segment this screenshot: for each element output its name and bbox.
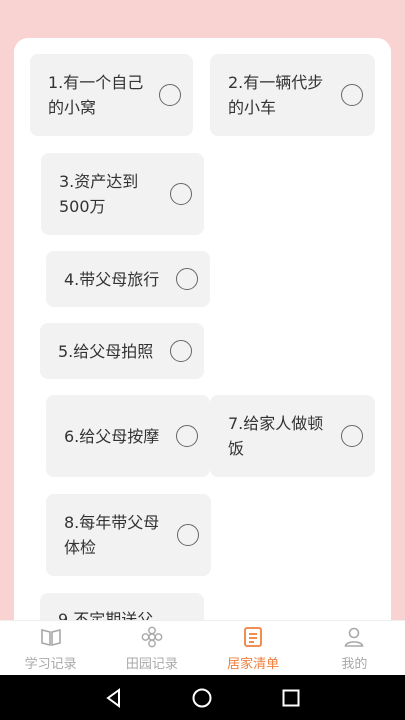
list-item[interactable]: 2.有一辆代步的小车 xyxy=(210,54,375,136)
radio-button[interactable] xyxy=(170,183,192,205)
list-item[interactable]: 1.有一个自己的小窝 xyxy=(30,54,193,136)
flower-icon xyxy=(141,626,163,647)
item-label: 6.给父母按摩 xyxy=(64,426,160,446)
tab-label: 居家清单 xyxy=(227,656,280,672)
radio-button[interactable] xyxy=(159,84,181,106)
tab-study-record[interactable]: 学习记录 xyxy=(0,621,101,675)
recents-icon[interactable] xyxy=(280,687,302,709)
list-icon xyxy=(244,626,263,647)
tab-label: 学习记录 xyxy=(24,656,77,672)
list-item[interactable]: 7.给家人做顿饭 xyxy=(210,395,375,477)
tab-garden-record[interactable]: 田园记录 xyxy=(101,621,202,675)
home-icon[interactable] xyxy=(191,687,213,709)
radio-button[interactable] xyxy=(176,425,198,447)
user-icon xyxy=(344,627,364,647)
item-label: 1.有一个自己的小窝 xyxy=(48,73,144,117)
radio-button[interactable] xyxy=(341,425,363,447)
system-navigation-bar xyxy=(0,675,405,720)
tab-home-list[interactable]: 居家清单 xyxy=(203,621,304,675)
item-label: 8.每年带父母体检 xyxy=(64,513,160,557)
list-item[interactable]: 5.给父母拍照 xyxy=(40,323,204,379)
radio-button[interactable] xyxy=(341,84,363,106)
list-item[interactable]: 3.资产达到500万 xyxy=(41,153,204,235)
back-icon[interactable] xyxy=(103,687,125,709)
list-item[interactable]: 8.每年带父母体检 xyxy=(46,494,211,576)
list-item[interactable]: 4.带父母旅行 xyxy=(46,251,210,307)
radio-button[interactable] xyxy=(176,268,198,290)
item-label: 3.资产达到500万 xyxy=(59,172,139,216)
radio-button[interactable] xyxy=(170,340,192,362)
bottom-tab-bar: 学习记录 田园记录 居家清单 我的 xyxy=(0,620,405,675)
radio-button[interactable] xyxy=(177,524,199,546)
book-icon xyxy=(40,628,61,646)
list-item[interactable]: 6.给父母按摩 xyxy=(46,395,210,477)
item-label: 5.给父母拍照 xyxy=(58,341,154,361)
item-label: 2.有一辆代步的小车 xyxy=(228,73,324,117)
tab-mine[interactable]: 我的 xyxy=(304,621,405,675)
item-label: 7.给家人做顿饭 xyxy=(228,414,324,458)
item-label: 4.带父母旅行 xyxy=(64,269,160,289)
tab-label: 田园记录 xyxy=(125,656,178,672)
tab-label: 我的 xyxy=(341,656,368,672)
wish-list-card: 1.有一个自己的小窝 2.有一辆代步的小车 3.资产达到500万 4.带父母旅行… xyxy=(14,38,391,638)
